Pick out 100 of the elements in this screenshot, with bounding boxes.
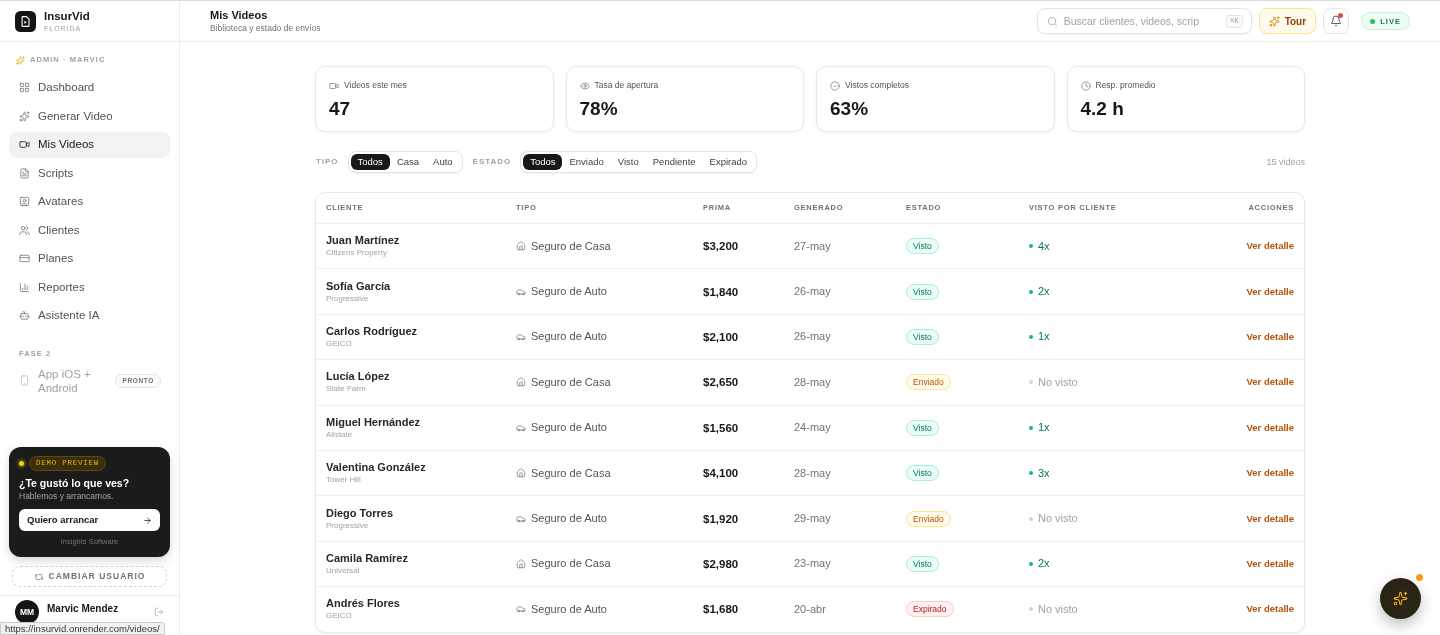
tour-button[interactable]: Tour bbox=[1258, 8, 1317, 34]
client-name: Diego Torres bbox=[326, 506, 394, 520]
filter-option[interactable]: Todos bbox=[350, 154, 390, 170]
nav-item[interactable]: Dashboard bbox=[9, 75, 170, 101]
premium-amount: $1,840 bbox=[703, 284, 739, 299]
status-badge: Enviado bbox=[906, 510, 951, 527]
filter-option[interactable]: Enviado bbox=[562, 154, 611, 170]
view-details-link[interactable]: Ver detalle bbox=[1246, 603, 1294, 616]
stat-label: Tasa de apertura bbox=[594, 80, 659, 91]
filter-option[interactable]: Pendiente bbox=[645, 154, 703, 170]
client-name: Valentina González bbox=[326, 461, 426, 475]
premium-amount: $3,200 bbox=[703, 239, 739, 254]
status-badge: Expirado bbox=[906, 601, 954, 618]
stat-value: 4.2 h bbox=[1080, 99, 1125, 119]
filter-option[interactable]: Todos bbox=[523, 154, 563, 170]
nav-item[interactable]: Reportes bbox=[9, 274, 170, 300]
demo-title: ¿Te gustó lo que ves? bbox=[19, 477, 131, 490]
view-count: 1x bbox=[1038, 421, 1050, 435]
view-details-link[interactable]: Ver detalle bbox=[1246, 421, 1294, 434]
generated-date: 26-may bbox=[794, 330, 831, 344]
carrier-name: GEICO bbox=[326, 338, 352, 349]
car-icon bbox=[516, 286, 526, 297]
premium-amount: $2,100 bbox=[703, 329, 739, 344]
view-details-link[interactable]: Ver detalle bbox=[1246, 330, 1294, 343]
search-icon bbox=[1046, 15, 1058, 27]
view-details-link[interactable]: Ver detalle bbox=[1246, 240, 1294, 253]
policy-type: Seguro de Casa bbox=[531, 239, 611, 253]
client-name: Juan Martínez bbox=[326, 234, 400, 248]
premium-amount: $2,650 bbox=[703, 375, 739, 390]
status-badge: Enviado bbox=[906, 374, 951, 391]
view-details-link[interactable]: Ver detalle bbox=[1246, 512, 1294, 525]
filter-option[interactable]: Expirado bbox=[702, 154, 755, 170]
assistant-button[interactable] bbox=[1380, 578, 1421, 619]
client-name: Andrés Flores bbox=[326, 597, 400, 611]
carrier-name: Tower Hill bbox=[326, 475, 361, 486]
demo-subtitle: Hablemos y arrancamos. bbox=[19, 491, 115, 502]
clock-icon bbox=[1080, 80, 1091, 91]
nav-item[interactable]: Asistente IA bbox=[9, 303, 170, 329]
robot-icon bbox=[19, 310, 30, 322]
result-count: 15 videos bbox=[1266, 156, 1305, 168]
car-icon bbox=[516, 331, 526, 342]
stat-value: 63% bbox=[830, 99, 870, 119]
filter-option[interactable]: Auto bbox=[426, 154, 460, 170]
contact-button[interactable]: Quiero arrancar bbox=[19, 509, 160, 531]
filter-label: ESTADO bbox=[472, 157, 512, 167]
view-count: No visto bbox=[1038, 512, 1078, 526]
generated-date: 26-may bbox=[794, 285, 831, 299]
client-name: Camila Ramírez bbox=[326, 551, 408, 565]
smartphone-icon bbox=[19, 375, 30, 386]
carrier-name: Progressive bbox=[326, 293, 369, 304]
policy-type: Seguro de Auto bbox=[531, 285, 607, 299]
user-square-icon bbox=[19, 196, 30, 208]
policy-type: Seguro de Casa bbox=[531, 557, 611, 571]
switch-user-button[interactable]: CAMBIAR USUARIO bbox=[12, 566, 167, 587]
bar-chart-icon bbox=[19, 281, 30, 293]
generated-date: 23-may bbox=[794, 557, 831, 571]
carrier-name: State Farm bbox=[326, 384, 366, 395]
view-details-link[interactable]: Ver detalle bbox=[1246, 376, 1294, 389]
policy-type: Seguro de Casa bbox=[531, 375, 611, 389]
premium-amount: $4,100 bbox=[703, 466, 739, 481]
generated-date: 28-may bbox=[794, 375, 831, 389]
video-camera-icon bbox=[329, 80, 339, 91]
view-details-link[interactable]: Ver detalle bbox=[1246, 557, 1294, 570]
status-badge: Visto bbox=[906, 419, 939, 436]
status-badge: Visto bbox=[906, 465, 939, 482]
carrier-name: GEICO bbox=[326, 611, 352, 622]
stat-label: Videos este mes bbox=[344, 80, 407, 91]
nav-item[interactable]: Clientes bbox=[9, 217, 170, 243]
nav-item[interactable]: Mis Videos bbox=[9, 132, 170, 158]
house-icon bbox=[516, 468, 526, 479]
generated-date: 27-may bbox=[794, 239, 831, 253]
status-badge: Visto bbox=[906, 283, 939, 300]
nav-item[interactable]: Scripts bbox=[9, 160, 170, 186]
sparkles-icon bbox=[1393, 591, 1408, 606]
view-count: 1x bbox=[1038, 330, 1050, 344]
house-icon bbox=[516, 377, 526, 388]
status-badge: Visto bbox=[906, 238, 939, 255]
view-count: 2x bbox=[1038, 557, 1050, 571]
filter-option[interactable]: Visto bbox=[610, 154, 646, 170]
notifications-button[interactable] bbox=[1323, 8, 1350, 34]
house-icon bbox=[516, 558, 526, 569]
filter-option[interactable]: Casa bbox=[389, 154, 427, 170]
policy-type: Seguro de Auto bbox=[531, 512, 607, 526]
video-camera-icon bbox=[19, 139, 30, 151]
user-name: Marvic Mendez bbox=[47, 603, 119, 615]
credit-card-icon bbox=[19, 253, 30, 265]
nav-item[interactable]: Planes bbox=[9, 246, 170, 272]
nav-item[interactable]: Generar Video bbox=[9, 103, 170, 129]
stat-value: 78% bbox=[579, 99, 619, 119]
filter-label: TIPO bbox=[316, 157, 339, 167]
policy-type: Seguro de Casa bbox=[531, 466, 611, 480]
view-details-link[interactable]: Ver detalle bbox=[1246, 467, 1294, 480]
url-status-bar: https://insurvid.onrender.com/videos/ bbox=[0, 622, 165, 635]
premium-amount: $1,920 bbox=[703, 511, 739, 526]
nav-item[interactable]: Avatares bbox=[9, 189, 170, 215]
logo-icon bbox=[15, 10, 36, 32]
users-icon bbox=[19, 224, 30, 236]
view-details-link[interactable]: Ver detalle bbox=[1246, 285, 1294, 298]
status-badge: Visto bbox=[906, 555, 939, 572]
premium-amount: $2,980 bbox=[703, 556, 739, 571]
